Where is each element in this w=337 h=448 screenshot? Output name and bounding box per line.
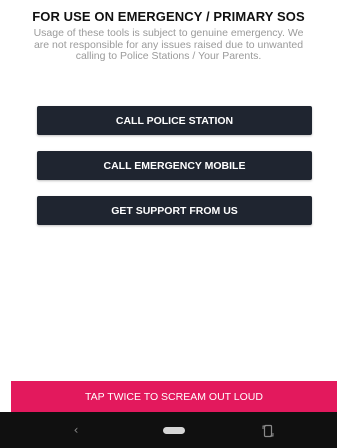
system-navigation-bar: ‹ [0, 412, 337, 448]
back-icon[interactable]: ‹ [71, 423, 81, 437]
rotate-icon[interactable] [262, 423, 274, 438]
home-pill-icon[interactable] [163, 427, 185, 434]
sos-screen: FOR USE ON EMERGENCY / PRIMARY SOS Usage… [0, 0, 337, 448]
disclaimer-text: Usage of these tools is subject to genui… [33, 27, 304, 62]
call-police-station-button[interactable]: CALL POLICE STATION [37, 106, 312, 135]
get-support-button[interactable]: GET SUPPORT FROM US [37, 196, 312, 225]
page-title: FOR USE ON EMERGENCY / PRIMARY SOS [32, 9, 305, 24]
call-emergency-mobile-button[interactable]: CALL EMERGENCY MOBILE [37, 151, 312, 180]
scream-out-loud-button[interactable]: TAP TWICE TO SCREAM OUT LOUD [11, 381, 337, 412]
